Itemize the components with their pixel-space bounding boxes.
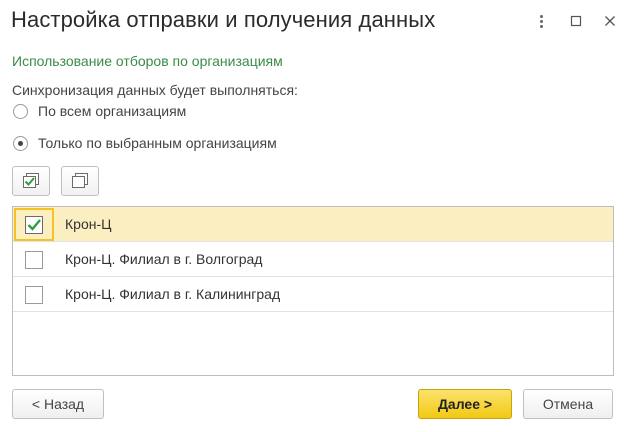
- radio-button[interactable]: [13, 135, 28, 151]
- check-all-icon: [23, 173, 39, 188]
- window-title: Настройка отправки и получения данных: [11, 7, 436, 32]
- organization-name: Крон-Ц. Филиал в г. Калининград: [65, 286, 281, 302]
- radio-all-organizations[interactable]: По всем организациям: [13, 101, 186, 121]
- checkbox[interactable]: [25, 285, 43, 304]
- uncheck-all-button[interactable]: [61, 166, 99, 196]
- list-item[interactable]: Крон-Ц: [13, 207, 613, 242]
- radio-button[interactable]: [13, 103, 28, 119]
- check-all-button[interactable]: [12, 166, 50, 196]
- window-menu-button[interactable]: [529, 9, 553, 33]
- close-icon: [605, 16, 615, 26]
- list-item[interactable]: Крон-Ц. Филиал в г. Калининград: [13, 277, 613, 312]
- next-button[interactable]: Далее >: [418, 389, 512, 419]
- back-button[interactable]: < Назад: [12, 389, 104, 419]
- sync-label: Синхронизация данных будет выполняться:: [12, 82, 298, 98]
- radio-selected-organizations[interactable]: Только по выбранным организациям: [13, 133, 277, 153]
- checkbox-cell[interactable]: [14, 208, 54, 241]
- uncheck-all-icon: [72, 173, 88, 188]
- more-vertical-icon: [539, 14, 543, 28]
- organizations-list[interactable]: Крон-Ц Крон-Ц. Филиал в г. Волгоград Кро…: [12, 206, 614, 376]
- section-title: Использование отборов по организациям: [12, 53, 283, 69]
- organization-name: Крон-Ц: [65, 216, 112, 232]
- title-bar: Настройка отправки и получения данных: [0, 0, 637, 44]
- radio-label: По всем организациям: [38, 103, 187, 119]
- organization-name: Крон-Ц. Филиал в г. Волгоград: [65, 251, 263, 267]
- maximize-icon: [570, 15, 582, 27]
- check-icon: [27, 218, 41, 231]
- list-item[interactable]: Крон-Ц. Филиал в г. Волгоград: [13, 242, 613, 277]
- checkbox[interactable]: [25, 215, 43, 234]
- radio-label: Только по выбранным организациям: [38, 135, 277, 151]
- checkbox-cell[interactable]: [13, 242, 55, 277]
- close-button[interactable]: [598, 9, 622, 33]
- maximize-button[interactable]: [564, 9, 588, 33]
- checkbox-cell[interactable]: [13, 277, 55, 312]
- checkbox[interactable]: [25, 250, 43, 269]
- cancel-button[interactable]: Отмена: [523, 389, 613, 419]
